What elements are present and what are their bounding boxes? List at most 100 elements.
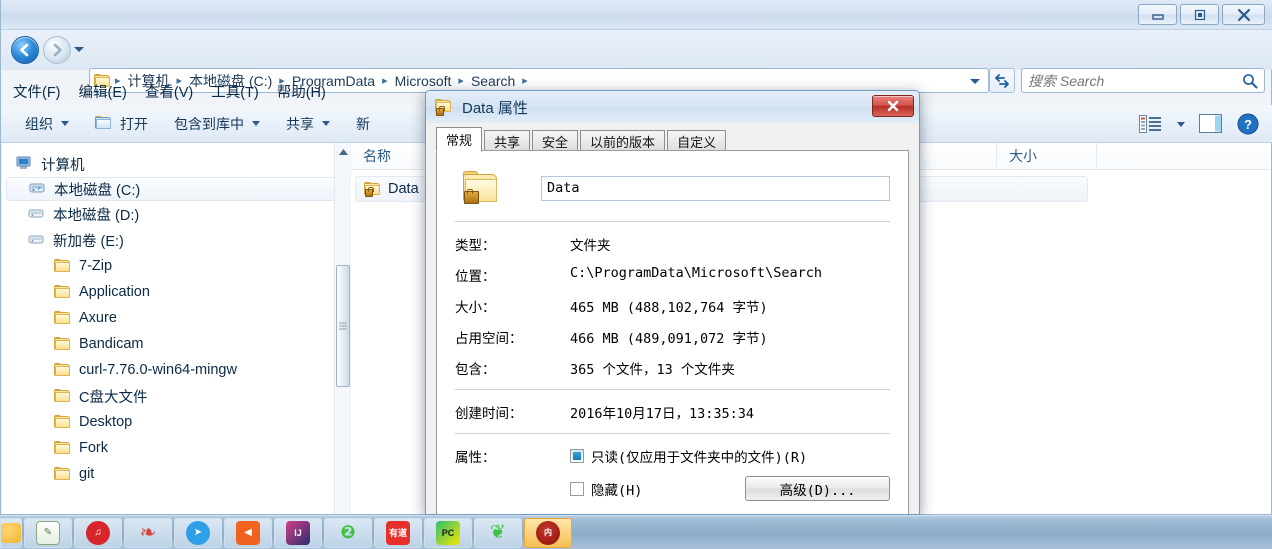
baidu-netdisk-icon: ❦: [490, 522, 506, 543]
maximize-button[interactable]: [1180, 4, 1219, 25]
locked-folder-icon: [435, 99, 454, 116]
hidden-checkbox-row[interactable]: 隐藏(H) 高级(D)...: [570, 476, 890, 501]
computer-icon: [16, 156, 34, 172]
tree-item-label: 7-Zip: [79, 258, 113, 274]
taskbar-app-baidu-netdisk[interactable]: ❦: [474, 517, 522, 548]
hidden-checkbox[interactable]: [570, 481, 584, 496]
menu-edit[interactable]: 编辑(E): [79, 81, 127, 102]
tree-item-local-disk-c[interactable]: 本地磁盘 (C:): [6, 177, 343, 201]
tree-item-label: 新加卷 (E:): [53, 233, 124, 250]
dialog-general-panel: Data 类型： 文件夹 位置： C:\ProgramData\Microsof…: [436, 150, 909, 514]
taskbar-app-partial[interactable]: [0, 517, 22, 548]
field-created: 创建时间： 2016年10月17日，13:35:34: [455, 402, 890, 422]
scroll-up-arrow-icon[interactable]: [335, 143, 351, 160]
taskbar-icon-partial: [1, 522, 21, 543]
field-type: 类型： 文件夹: [455, 234, 890, 254]
dialog-title: Data 属性: [462, 99, 528, 117]
attributes-row: 属性： 只读(仅应用于文件夹中的文件)(R) 隐藏(H) 高级(D)...: [455, 446, 890, 511]
taskbar-app-media[interactable]: ◀: [224, 517, 272, 548]
tab-security[interactable]: 安全: [532, 130, 579, 152]
preview-pane-icon[interactable]: [1199, 114, 1223, 134]
minimize-button[interactable]: [1138, 4, 1177, 25]
tree-item-cpan-large-files[interactable]: C盘大文件: [2, 383, 349, 409]
tree-item-application[interactable]: Application: [2, 279, 349, 305]
tree-item-label: Fork: [79, 440, 108, 456]
taskbar-app-snail[interactable]: ❧: [124, 517, 172, 548]
view-list-icon[interactable]: [1139, 115, 1161, 133]
command-share[interactable]: 共享: [286, 114, 330, 134]
field-location-label: 位置：: [455, 269, 496, 285]
folder-icon: [54, 441, 72, 455]
taskbar-app-active[interactable]: 内: [524, 517, 572, 548]
column-header-size[interactable]: 大小: [997, 142, 1097, 170]
locked-folder-icon: [461, 170, 503, 206]
command-include-label: 包含到库中: [174, 115, 244, 132]
command-open-label: 打开: [120, 115, 148, 132]
view-dropdown-caret[interactable]: [1177, 121, 1185, 127]
tree-item-axure[interactable]: Axure: [2, 305, 349, 331]
command-organize-label: 组织: [25, 115, 53, 132]
dialog-close-button[interactable]: [872, 95, 914, 117]
attributes-label: 属性：: [455, 450, 496, 466]
scrollbar-thumb[interactable]: [336, 265, 350, 387]
readonly-checkbox-row[interactable]: 只读(仅应用于文件夹中的文件)(R): [570, 446, 890, 466]
tree-item-git[interactable]: git: [2, 461, 349, 487]
advanced-button[interactable]: 高级(D)...: [745, 476, 890, 501]
divider: [455, 433, 890, 434]
field-location-value: C:\ProgramData\Microsoft\Search: [570, 265, 822, 281]
tree-item-label: Axure: [79, 310, 117, 326]
close-button[interactable]: [1222, 4, 1265, 25]
tree-item-fork[interactable]: Fork: [2, 435, 349, 461]
forward-button[interactable]: [43, 36, 71, 64]
active-app-icon: 内: [536, 520, 560, 545]
history-dropdown-icon[interactable]: [74, 47, 84, 52]
navpane-scrollbar[interactable]: [334, 143, 350, 514]
menu-help[interactable]: 帮助(H): [277, 81, 326, 102]
taskbar-app-intellij[interactable]: IJ: [274, 517, 322, 548]
taskbar-app-editor[interactable]: ✎: [24, 517, 72, 548]
dialog-titlebar[interactable]: Data 属性: [426, 91, 919, 123]
field-type-label: 类型：: [455, 238, 496, 254]
tree-item-local-disk-d[interactable]: 本地磁盘 (D:): [2, 201, 349, 227]
taskbar-app-telegram[interactable]: ➤: [174, 517, 222, 548]
drive-system-icon: [29, 181, 47, 197]
tab-sharing[interactable]: 共享: [484, 130, 531, 152]
tree-item-desktop[interactable]: Desktop: [2, 409, 349, 435]
svg-text:?: ?: [1244, 117, 1252, 132]
tree-item-bandicam[interactable]: Bandicam: [2, 331, 349, 357]
folder-name-field[interactable]: Data: [541, 175, 890, 201]
command-include-in-library[interactable]: 包含到库中: [174, 114, 260, 134]
folder-name-value: Data: [547, 180, 580, 196]
taskbar-app-pycharm[interactable]: PC: [424, 517, 472, 548]
tree-item-label: 本地磁盘 (D:): [53, 207, 140, 224]
field-location: 位置： C:\ProgramData\Microsoft\Search: [455, 265, 890, 285]
command-new[interactable]: 新: [356, 114, 370, 134]
taskbar-app-youdao[interactable]: 有道: [374, 517, 422, 548]
netease-music-icon: ♫: [86, 520, 110, 545]
chevron-down-icon: [252, 121, 260, 126]
tree-item-curl[interactable]: curl-7.76.0-win64-mingw: [2, 357, 349, 383]
navigation-pane[interactable]: 计算机 本地磁盘 (C:) 本地磁盘 (D:) 新加卷 (E:) 7-Zip A…: [2, 143, 350, 514]
readonly-checkbox[interactable]: [570, 449, 584, 463]
tree-item-computer[interactable]: 计算机: [2, 151, 349, 177]
back-button[interactable]: [11, 36, 39, 64]
readonly-label: 只读(仅应用于文件夹中的文件)(R): [591, 450, 808, 466]
chevron-down-icon: [61, 121, 69, 126]
menu-view[interactable]: 查看(V): [145, 81, 193, 102]
field-created-value: 2016年10月17日，13:35:34: [570, 406, 755, 422]
window-titlebar[interactable]: [1, 0, 1272, 30]
command-open[interactable]: 打开: [95, 114, 148, 134]
menu-file[interactable]: 文件(F): [13, 81, 61, 102]
tree-item-label: Desktop: [79, 414, 133, 430]
command-organize[interactable]: 组织: [25, 114, 69, 134]
tree-item-7zip[interactable]: 7-Zip: [2, 253, 349, 279]
taskbar-app-netease-music[interactable]: ♫: [74, 517, 122, 548]
help-icon[interactable]: ?: [1237, 113, 1259, 135]
youdao-icon: 有道: [386, 520, 410, 545]
menu-tools[interactable]: 工具(T): [211, 81, 259, 102]
taskbar-app-wechat[interactable]: ❷: [324, 517, 372, 548]
tree-item-new-volume-e[interactable]: 新加卷 (E:): [2, 227, 349, 253]
tab-customize[interactable]: 自定义: [667, 130, 727, 152]
tab-previous-versions[interactable]: 以前的版本: [580, 130, 666, 152]
tab-general[interactable]: 常规: [436, 127, 483, 152]
